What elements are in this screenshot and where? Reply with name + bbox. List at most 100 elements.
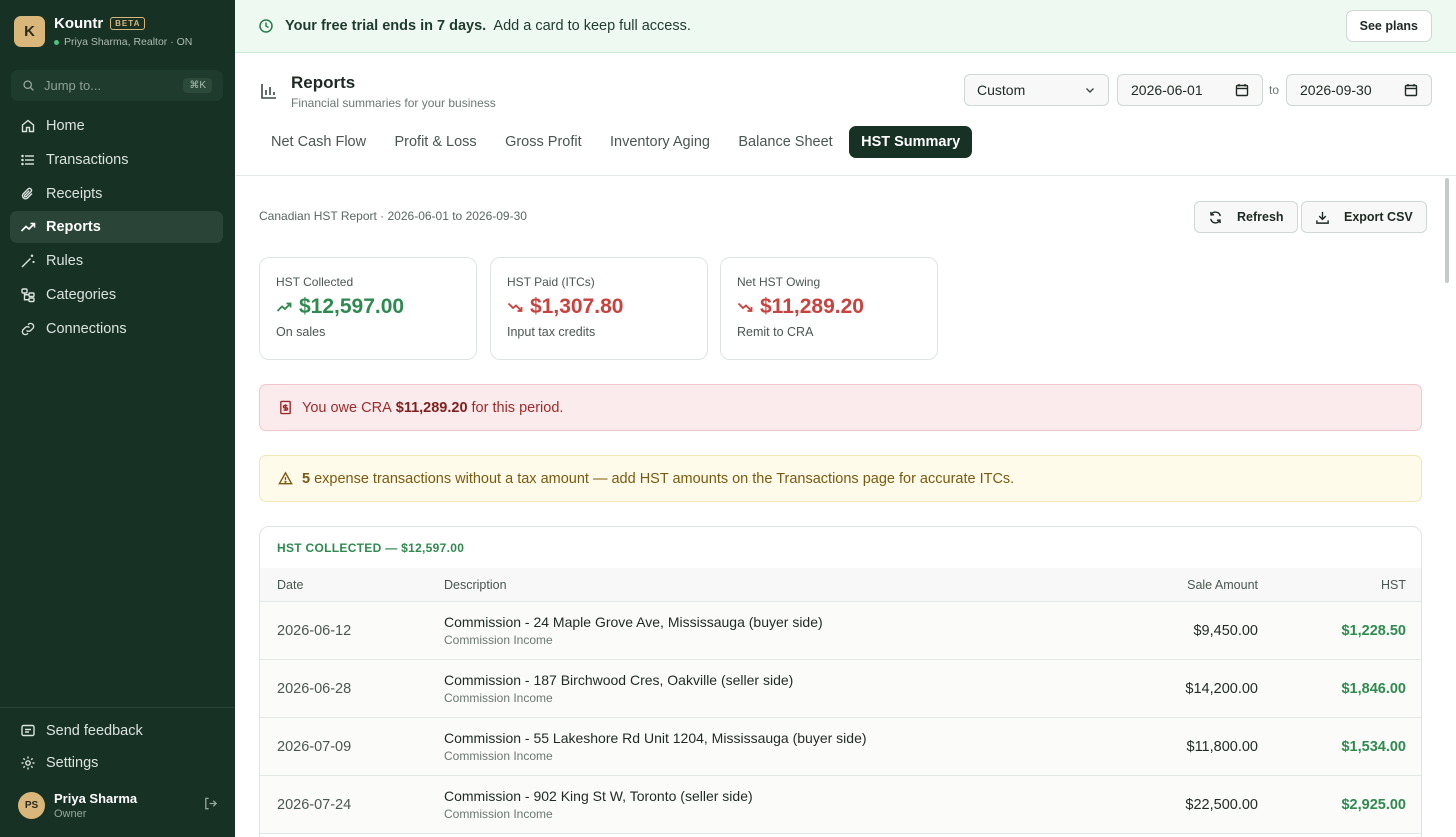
nav-label: Connections bbox=[46, 320, 127, 337]
nav-label: Rules bbox=[46, 253, 84, 270]
tab-hst-summary[interactable]: HST Summary bbox=[849, 126, 973, 158]
brand-name: Kountr bbox=[54, 15, 104, 32]
refresh-label: Refresh bbox=[1237, 210, 1284, 224]
warning-icon bbox=[278, 471, 293, 485]
nav-item-transactions[interactable]: Transactions bbox=[10, 144, 223, 176]
column-header-date[interactable]: Date bbox=[260, 578, 444, 592]
search-icon bbox=[23, 80, 34, 91]
nav-label: Reports bbox=[46, 219, 101, 236]
brand[interactable]: K Kountr BETA Priya Sharma, Realtor · ON bbox=[14, 15, 192, 48]
table-row[interactable]: 2026-07-24 Commission - 902 King St W, T… bbox=[260, 776, 1421, 834]
tab-net-cash-flow[interactable]: Net Cash Flow bbox=[259, 126, 378, 158]
column-header-hst[interactable]: HST bbox=[1258, 578, 1406, 592]
calendar-icon bbox=[1404, 84, 1418, 97]
hst-collected-table: HST COLLECTED — $12,597.00 Date Descript… bbox=[259, 526, 1422, 837]
send-feedback-button[interactable]: Send feedback bbox=[20, 723, 143, 739]
nav-item-connections[interactable]: Connections bbox=[10, 313, 223, 345]
trial-banner: Your free trial ends in 7 days. Add a ca… bbox=[235, 0, 1456, 53]
column-header-sale-amount[interactable]: Sale Amount bbox=[1104, 578, 1258, 592]
export-csv-button[interactable]: Export CSV bbox=[1301, 201, 1427, 233]
download-icon bbox=[1316, 211, 1329, 224]
page-title: Reports bbox=[291, 73, 356, 92]
see-plans-button[interactable]: See plans bbox=[1345, 10, 1432, 42]
nav-item-categories[interactable]: Categories bbox=[10, 279, 223, 311]
jump-to-search[interactable]: Jump to... ⌘K bbox=[11, 70, 223, 101]
tab-balance-sheet[interactable]: Balance Sheet bbox=[726, 126, 844, 158]
row-hst: $1,228.50 bbox=[1341, 622, 1406, 639]
brand-logo: K bbox=[14, 16, 45, 47]
settings-button[interactable]: Settings bbox=[20, 755, 98, 771]
receipt-icon bbox=[280, 400, 291, 415]
brand-subtitle: Priya Sharma, Realtor · ON bbox=[64, 36, 193, 48]
date-from-input[interactable]: 2026-06-01 bbox=[1117, 74, 1263, 106]
page-header: Reports Financial summaries for your bus… bbox=[235, 54, 1456, 176]
tab-profit-loss[interactable]: Profit & Loss bbox=[382, 126, 488, 158]
main-area: Your free trial ends in 7 days. Add a ca… bbox=[235, 0, 1456, 837]
row-sale-amount: $11,800.00 bbox=[1186, 738, 1259, 755]
nav-item-home[interactable]: Home bbox=[10, 110, 223, 142]
nav-label: Categories bbox=[46, 286, 117, 303]
table-row[interactable]: 2026-06-12 Commission - 24 Maple Grove A… bbox=[260, 602, 1421, 660]
trial-message: Add a card to keep full access. bbox=[493, 18, 691, 34]
report-tabs: Net Cash Flow Profit & Loss Gross Profit… bbox=[259, 126, 977, 158]
date-range-value: Custom bbox=[977, 82, 1026, 98]
user-role: Owner bbox=[54, 808, 87, 820]
card-subtext: On sales bbox=[276, 325, 326, 339]
chevron-down-icon bbox=[1086, 88, 1094, 93]
hst-paid-card: HST Paid (ITCs) $1,307.80 Input tax cred… bbox=[490, 257, 708, 360]
refresh-icon bbox=[1210, 210, 1221, 224]
table-row[interactable]: 2026-07-09 Commission - 55 Lakeshore Rd … bbox=[260, 718, 1421, 776]
user-profile[interactable]: PS Priya Sharma Owner bbox=[18, 791, 218, 820]
nav-label: Home bbox=[46, 118, 85, 134]
search-placeholder: Jump to... bbox=[44, 78, 102, 93]
owe-amount: $11,289.20 bbox=[395, 399, 468, 416]
report-title: Canadian HST Report · 2026-06-01 to 2026… bbox=[259, 209, 527, 223]
row-date: 2026-07-24 bbox=[277, 796, 352, 813]
page-subtitle: Financial summaries for your business bbox=[291, 96, 496, 110]
scrollbar-thumb[interactable] bbox=[1445, 178, 1449, 283]
column-header-description[interactable]: Description bbox=[444, 578, 1104, 592]
list-icon bbox=[21, 154, 34, 166]
tab-gross-profit[interactable]: Gross Profit bbox=[493, 126, 594, 158]
nav-item-receipts[interactable]: Receipts bbox=[10, 178, 223, 210]
paperclip-icon bbox=[21, 187, 33, 200]
date-to-input[interactable]: 2026-09-30 bbox=[1286, 74, 1432, 106]
shortcut-hint: ⌘K bbox=[183, 78, 212, 93]
online-status-dot bbox=[54, 39, 59, 45]
date-to-label: to bbox=[1269, 83, 1280, 97]
nav-item-rules[interactable]: Rules bbox=[10, 245, 223, 277]
logout-button[interactable] bbox=[203, 796, 218, 816]
bar-chart-icon bbox=[261, 84, 276, 99]
card-label: Net HST Owing bbox=[737, 275, 821, 289]
sidebar: K Kountr BETA Priya Sharma, Realtor · ON… bbox=[0, 0, 235, 837]
row-description: Commission - 187 Birchwood Cres, Oakvill… bbox=[444, 672, 794, 688]
user-name: Priya Sharma bbox=[54, 791, 138, 806]
row-hst: $1,534.00 bbox=[1341, 738, 1406, 755]
card-label: HST Collected bbox=[276, 275, 354, 289]
card-label: HST Paid (ITCs) bbox=[507, 275, 595, 289]
trending-up-icon bbox=[20, 223, 36, 232]
row-sale-amount: $22,500.00 bbox=[1185, 796, 1258, 813]
trending-down-icon bbox=[737, 302, 753, 312]
sidebar-nav: Home Transactions Receipts Reports Rules… bbox=[10, 110, 223, 347]
folder-tree-icon bbox=[21, 288, 35, 303]
row-category: Commission Income bbox=[444, 633, 553, 647]
warning-count: 5 bbox=[302, 470, 311, 487]
card-subtext: Remit to CRA bbox=[737, 325, 814, 339]
table-row[interactable]: 2026-06-28 Commission - 187 Birchwood Cr… bbox=[260, 660, 1421, 718]
beta-badge: BETA bbox=[110, 17, 146, 30]
settings-label: Settings bbox=[46, 755, 99, 771]
missing-tax-warning: 5 expense transactions without a tax amo… bbox=[259, 455, 1422, 502]
refresh-button[interactable]: Refresh bbox=[1194, 201, 1298, 233]
home-icon bbox=[21, 119, 35, 133]
nav-item-reports[interactable]: Reports bbox=[10, 211, 223, 244]
nav-label: Receipts bbox=[46, 185, 103, 202]
row-category: Commission Income bbox=[444, 749, 553, 763]
row-category: Commission Income bbox=[444, 807, 553, 821]
date-range-select[interactable]: Custom bbox=[964, 74, 1109, 106]
hst-collected-card: HST Collected $12,597.00 On sales bbox=[259, 257, 477, 360]
row-description: Commission - 55 Lakeshore Rd Unit 1204, … bbox=[444, 730, 867, 746]
tab-inventory-aging[interactable]: Inventory Aging bbox=[598, 126, 722, 158]
row-category: Commission Income bbox=[444, 691, 553, 705]
row-description: Commission - 902 King St W, Toronto (sel… bbox=[444, 788, 753, 804]
